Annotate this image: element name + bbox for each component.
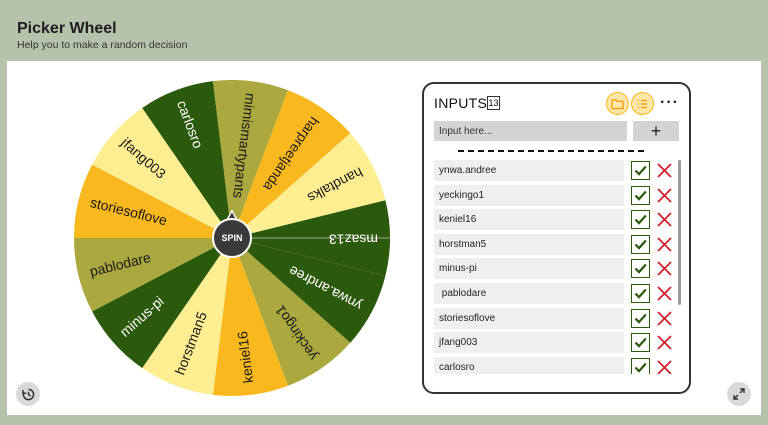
close-icon	[657, 237, 672, 252]
include-checkbox[interactable]	[631, 210, 650, 230]
list-item: keniel16	[434, 209, 684, 231]
include-checkbox[interactable]	[631, 308, 650, 328]
list-item-label[interactable]: carlosro	[434, 356, 624, 374]
list-item-label[interactable]: pablodare	[434, 283, 624, 304]
check-icon	[634, 239, 647, 250]
close-icon	[657, 286, 672, 301]
include-checkbox[interactable]	[631, 259, 650, 279]
close-icon	[657, 163, 672, 178]
include-checkbox[interactable]	[631, 333, 650, 353]
input-list: ynwa.andree yeckingo1 keniel16 horstman5 min…	[434, 160, 684, 374]
remove-button[interactable]	[656, 236, 673, 253]
list-item: carlosro	[434, 356, 684, 374]
list-item-label[interactable]: ynwa.andree	[434, 160, 624, 181]
remove-button[interactable]	[656, 187, 673, 204]
list-item-label[interactable]: yeckingo1	[434, 184, 624, 206]
close-icon	[657, 360, 672, 374]
picker-wheel[interactable]: msaz13ynwa.andreeyeckingo1keniel16horstm…	[72, 80, 392, 398]
list-item: minus-pi	[434, 258, 684, 280]
close-icon	[657, 310, 672, 326]
remove-button[interactable]	[656, 334, 673, 351]
close-icon	[657, 335, 672, 350]
close-icon	[657, 187, 672, 203]
add-button[interactable]: +	[633, 121, 679, 141]
remove-button[interactable]	[656, 310, 673, 327]
more-icon[interactable]: ···	[660, 94, 679, 112]
inputs-count-badge: 13	[487, 96, 500, 110]
check-icon	[634, 313, 647, 324]
history-button[interactable]	[16, 382, 40, 406]
remove-button[interactable]	[656, 260, 673, 277]
check-icon	[634, 165, 647, 176]
list-scrollbar[interactable]	[678, 160, 681, 305]
inputs-title: INPUTS	[434, 95, 488, 111]
page-subtitle: Help you to make a random decision	[17, 39, 188, 51]
list-item-label[interactable]: minus-pi	[434, 258, 624, 280]
check-icon	[634, 288, 647, 299]
spin-label: SPIN	[221, 233, 242, 243]
fullscreen-button[interactable]	[727, 382, 751, 406]
remove-button[interactable]	[656, 162, 673, 179]
history-icon	[21, 388, 34, 400]
close-icon	[657, 212, 672, 227]
check-icon	[634, 214, 647, 225]
include-checkbox[interactable]	[631, 284, 650, 303]
list-item-label[interactable]: horstman5	[434, 233, 624, 255]
wheel-segment-label: msaz13	[329, 231, 378, 247]
remove-button[interactable]	[656, 211, 673, 228]
input-field[interactable]	[434, 121, 627, 141]
list-item: jfang003	[434, 332, 684, 354]
close-icon	[657, 261, 672, 277]
list-icon	[638, 99, 647, 108]
remove-button[interactable]	[656, 359, 673, 374]
list-view-button[interactable]	[631, 92, 654, 115]
include-checkbox[interactable]	[631, 185, 650, 205]
list-item: yeckingo1	[434, 184, 684, 206]
check-icon	[634, 362, 647, 373]
page-title: Picker Wheel	[17, 20, 117, 37]
divider	[458, 150, 644, 152]
remove-button[interactable]	[656, 285, 673, 302]
list-item: ynwa.andree	[434, 160, 684, 181]
list-item: horstman5	[434, 233, 684, 255]
inputs-panel: INPUTS 13 ··· + ynwa.andree yeckingo1 keni…	[422, 82, 691, 394]
list-item-label[interactable]: keniel16	[434, 209, 624, 231]
check-icon	[634, 337, 647, 348]
include-checkbox[interactable]	[631, 161, 650, 180]
include-checkbox[interactable]	[631, 357, 650, 374]
list-item: pablodare	[434, 283, 684, 304]
folder-icon	[611, 98, 624, 109]
list-item-label[interactable]: jfang003	[434, 332, 624, 354]
include-checkbox[interactable]	[631, 234, 650, 254]
list-item: storiesoflove	[434, 307, 684, 329]
expand-icon	[733, 388, 745, 400]
check-icon	[634, 190, 647, 201]
open-file-button[interactable]	[606, 92, 629, 115]
check-icon	[634, 264, 647, 275]
list-item-label[interactable]: storiesoflove	[434, 307, 624, 329]
